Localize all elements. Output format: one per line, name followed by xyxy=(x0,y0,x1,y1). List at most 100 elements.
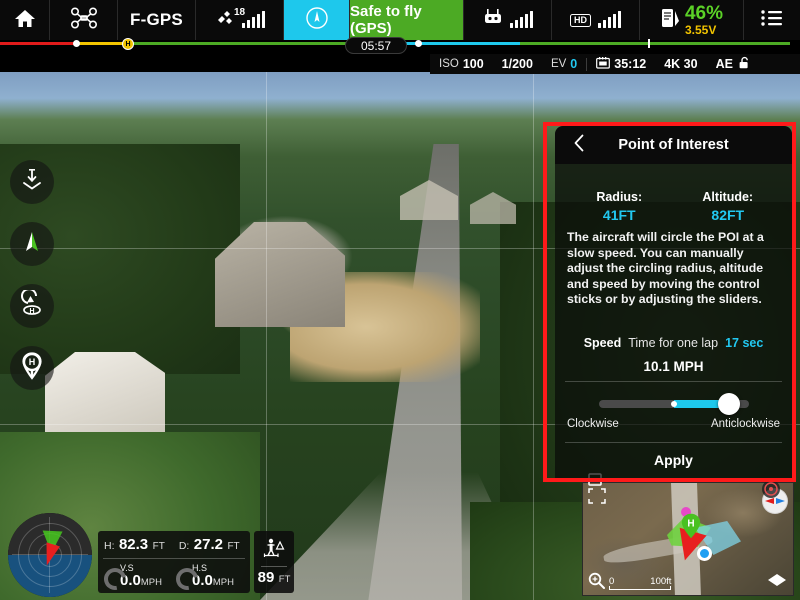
poi-speed-row: Speed Time for one lap 17 sec xyxy=(565,336,782,350)
aircraft-status-button[interactable] xyxy=(50,0,118,40)
navigation-button[interactable] xyxy=(10,222,54,266)
magnifier-icon[interactable] xyxy=(588,572,605,589)
drone-position-dot xyxy=(697,546,712,561)
drone-control-app: F-GPS 18 Safe to fly (GPS) HD 46% 3.55V … xyxy=(0,0,800,600)
point-of-interest-panel: Point of Interest Radius: 41FT Altitude:… xyxy=(555,126,792,478)
battery-indicator[interactable]: 46% 3.55V xyxy=(640,0,744,40)
attitude-mode-button[interactable] xyxy=(284,0,350,40)
altitude-value: 82.3 xyxy=(118,535,149,553)
ae-label: AE xyxy=(715,57,733,71)
slider-thumb[interactable] xyxy=(717,393,740,416)
poi-lap-value: 17 sec xyxy=(725,336,764,351)
menu-button[interactable] xyxy=(744,0,800,40)
poi-description: The aircraft will circle the POI at a sl… xyxy=(567,230,764,307)
telemetry-row-primary: H: 82.3 FT D: 27.2 FT xyxy=(98,531,250,558)
auto-landing-button[interactable] xyxy=(10,160,54,204)
sd-card-icon xyxy=(596,56,611,72)
minimap-settings-button[interactable] xyxy=(762,480,780,498)
flight-status-banner[interactable]: Safe to fly (GPS) xyxy=(350,0,464,40)
battery-percent: 46% xyxy=(684,2,724,24)
poi-speed-slider[interactable] xyxy=(598,393,749,416)
horizontal-speed-unit: MPH xyxy=(212,576,234,588)
attitude-radar[interactable] xyxy=(8,513,92,597)
poi-values-row: Radius: 41FT Altitude: 82FT xyxy=(565,190,782,223)
battery-segment-warning xyxy=(75,42,128,45)
poi-altitude-label: Altitude: xyxy=(702,190,754,204)
battery-marker-low xyxy=(73,40,80,47)
minimap-scale-bar xyxy=(609,586,671,590)
home-marker[interactable]: H xyxy=(680,513,702,539)
hd-badge: HD xyxy=(570,13,591,27)
poi-divider-1 xyxy=(565,381,782,383)
distance-readout: D: 27.2 FT xyxy=(179,536,240,554)
lock-open-icon xyxy=(739,56,750,72)
gps-signal-indicator[interactable]: 18 xyxy=(196,0,284,40)
direction-anticlockwise-label: Anticlockwise xyxy=(710,418,780,431)
poi-altitude-value: 82FT xyxy=(711,207,745,223)
battery-segment-critical xyxy=(0,42,75,45)
telemetry-panel: H: 82.3 FT D: 27.2 FT V.S 0.0MPH H.S 0.0… xyxy=(98,531,250,594)
flight-timer-value: 05:57 xyxy=(360,38,392,53)
vertical-speed-unit: MPH xyxy=(140,576,162,588)
poi-altitude-group: Altitude: 82FT xyxy=(674,190,783,223)
attitude-mode-icon xyxy=(305,6,329,35)
return-to-home-button[interactable]: H xyxy=(10,284,54,328)
poi-radius-label: Radius: xyxy=(596,190,643,204)
remote-controller-icon xyxy=(482,8,504,33)
poi-back-button[interactable] xyxy=(569,134,589,157)
ev-setting[interactable]: EV 0 xyxy=(542,57,586,71)
poi-panel-header: Point of Interest xyxy=(555,126,792,164)
chevron-left-icon xyxy=(573,134,585,157)
svg-text:H: H xyxy=(29,308,34,315)
iso-label: ISO xyxy=(439,58,459,70)
poi-panel-title: Point of Interest xyxy=(618,137,729,153)
distance-key: D: xyxy=(178,539,190,552)
poi-speed-label: Speed xyxy=(583,336,622,351)
vertical-speed-gauge: V.S 0.0MPH xyxy=(99,563,174,594)
home-point-button[interactable]: H xyxy=(10,346,54,390)
flight-timer: 05:57 xyxy=(345,37,407,54)
battery-readout: 46% 3.55V xyxy=(684,2,724,37)
map-layer-icon[interactable] xyxy=(766,572,788,590)
battery-segment-remaining xyxy=(520,42,790,45)
svg-text:H: H xyxy=(29,357,36,367)
poi-highlight-border: Point of Interest Radius: 41FT Altitude:… xyxy=(543,122,796,482)
altitude-key: H: xyxy=(104,539,115,552)
expand-icon[interactable] xyxy=(587,487,607,505)
distance-unit: FT xyxy=(227,540,240,552)
minimap[interactable]: H 0 100ft xyxy=(582,482,794,596)
shutter-setting[interactable]: 1/200 xyxy=(493,57,542,71)
satellite-count: 18 xyxy=(234,7,246,18)
flight-mode-indicator[interactable]: F-GPS xyxy=(118,0,196,40)
flight-status-text: Safe to fly (GPS) xyxy=(350,3,422,37)
direction-clockwise-label: Clockwise xyxy=(567,418,619,431)
remote-signal-indicator[interactable] xyxy=(464,0,552,40)
drone-icon xyxy=(70,6,98,34)
landing-icon xyxy=(19,167,45,198)
video-signal-bars xyxy=(598,11,621,28)
iso-value: 100 xyxy=(462,57,484,71)
top-status-bar: F-GPS 18 Safe to fly (GPS) HD 46% 3.55V xyxy=(0,0,800,40)
agl-height-panel: 89 FT xyxy=(254,531,294,593)
poi-apply-button[interactable]: Apply xyxy=(565,443,782,468)
poi-radius-value: 41FT xyxy=(602,207,636,223)
poi-radius-group: Radius: 41FT xyxy=(565,190,674,223)
battery-home-marker[interactable]: H xyxy=(122,38,134,50)
poi-panel-body: Radius: 41FT Altitude: 82FT The aircraft… xyxy=(555,190,792,468)
ae-lock-setting[interactable]: AE xyxy=(707,56,759,72)
shutter-value: 1/200 xyxy=(501,57,533,71)
poi-speed-value: 10.1 MPH xyxy=(643,359,704,375)
video-link-indicator[interactable]: HD xyxy=(552,0,640,40)
ev-label: EV xyxy=(550,58,567,70)
camera-settings-bar: ISO 100 1/200 EV 0 35:12 4K 30 AE xyxy=(430,54,800,74)
iso-setting[interactable]: ISO 100 xyxy=(430,57,493,71)
home-pin-icon: H xyxy=(21,351,43,385)
storage-indicator[interactable]: 35:12 xyxy=(587,56,655,72)
agl-divider xyxy=(261,565,287,567)
resolution-setting[interactable]: 4K 30 xyxy=(655,57,706,71)
battery-marker-current xyxy=(415,40,422,47)
home-button[interactable] xyxy=(0,0,50,40)
scenery-house-4 xyxy=(470,192,516,224)
battery-tick xyxy=(648,39,650,48)
remote-signal-bars xyxy=(510,11,533,28)
